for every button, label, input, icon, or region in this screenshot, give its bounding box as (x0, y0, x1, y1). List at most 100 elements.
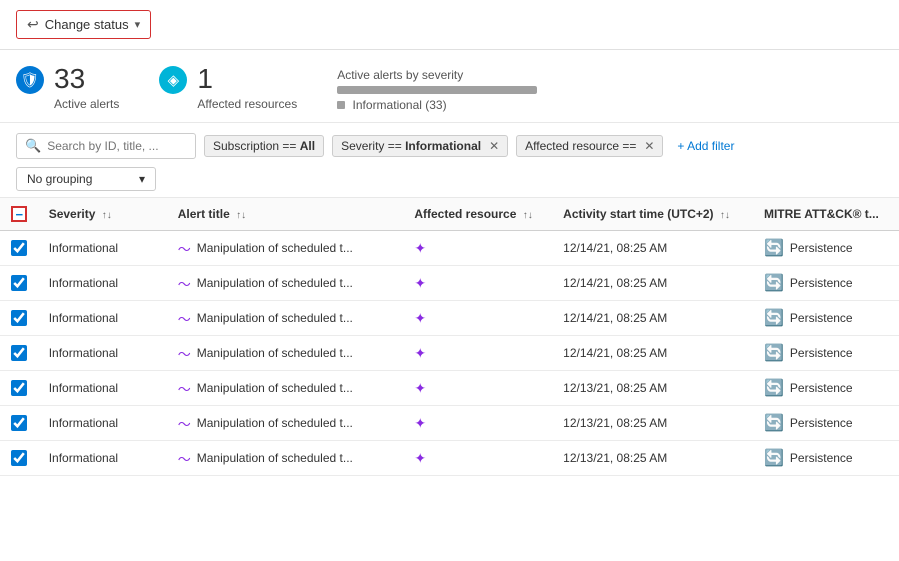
table-row[interactable]: Informational 〜 Manipulation of scheduled … (0, 301, 899, 336)
row-checkbox[interactable] (11, 310, 27, 326)
alert-title-text: Manipulation of scheduled t... (197, 381, 353, 395)
active-alerts-count: 33 (54, 64, 119, 95)
header-time-label: Activity start time (UTC+2) (563, 207, 713, 221)
top-bar: ↩ Change status ▾ (0, 0, 899, 50)
table-row[interactable]: Informational 〜 Manipulation of scheduled … (0, 406, 899, 441)
header-checkbox-wrapper[interactable] (10, 206, 29, 222)
row-checkbox[interactable] (11, 240, 27, 256)
row-checkbox-cell[interactable] (0, 266, 39, 301)
search-icon: 🔍 (25, 138, 41, 154)
row-activity-time: 12/13/21, 08:25 AM (553, 406, 754, 441)
filter-chip-severity-close[interactable]: ✕ (489, 139, 499, 153)
header-activity-time[interactable]: Activity start time (UTC+2) ↑↓ (553, 198, 754, 231)
stats-row: 🛡 33 Active alerts ◈ 1 Affected resource… (0, 50, 899, 123)
row-checkbox[interactable] (11, 415, 27, 431)
sort-title-icon[interactable]: ↑↓ (236, 210, 246, 221)
row-alert-title[interactable]: 〜 Manipulation of scheduled t... (168, 406, 405, 441)
alert-wave-icon: 〜 (178, 344, 191, 363)
header-checkbox-cell[interactable] (0, 198, 39, 231)
alert-wave-icon: 〜 (178, 449, 191, 468)
filter-chip-resource-text: Affected resource == (525, 139, 636, 153)
row-checkbox-cell[interactable] (0, 336, 39, 371)
row-alert-title[interactable]: 〜Manipulation of scheduled t... (168, 371, 405, 406)
mitre-tactic-text: Persistence (790, 241, 853, 255)
alert-title-text: Manipulation of scheduled t... (197, 276, 353, 290)
row-checkbox[interactable] (11, 275, 27, 291)
severity-dot (337, 101, 345, 109)
table-row[interactable]: Informational 〜 Manipulation of scheduled … (0, 231, 899, 266)
row-severity: Informational (39, 371, 168, 406)
mitre-tactic-text: Persistence (790, 381, 853, 395)
table-row[interactable]: Informational〜Manipulation of scheduled … (0, 336, 899, 371)
resource-type-icon: ✦ (414, 275, 426, 291)
severity-badge: Informational (49, 416, 118, 430)
header-affected-resource[interactable]: Affected resource ↑↓ (404, 198, 553, 231)
row-mitre: 🔄Persistence (754, 336, 899, 371)
row-checkbox-cell[interactable] (0, 371, 39, 406)
header-resource-label: Affected resource (414, 207, 516, 221)
row-checkbox[interactable] (11, 345, 27, 361)
row-checkbox-cell[interactable] (0, 406, 39, 441)
alert-title-text: Manipulation of scheduled t... (197, 311, 353, 325)
mitre-tactic-text: Persistence (790, 346, 853, 360)
row-affected-resource: ✦ (404, 336, 553, 371)
alert-title-text: Manipulation of scheduled t... (197, 416, 353, 430)
alerts-table-container: Severity ↑↓ Alert title ↑↓ Affected reso… (0, 198, 899, 476)
table-row[interactable]: Informational〜Manipulation of scheduled … (0, 371, 899, 406)
row-mitre: 🔄 Persistence (754, 231, 899, 266)
row-severity: Informational (39, 231, 168, 266)
alert-wave-icon: 〜 (178, 309, 191, 328)
search-input[interactable] (47, 139, 187, 153)
severity-badge: Informational (49, 451, 118, 465)
change-status-label: Change status (45, 17, 129, 32)
header-mitre: MITRE ATT&CK® t... (754, 198, 899, 231)
mitre-tactic-text: Persistence (790, 311, 853, 325)
alert-title-text: Manipulation of scheduled t... (197, 451, 353, 465)
severity-bar-text: Informational (33) (353, 98, 447, 112)
filter-chip-resource-close[interactable]: ✕ (644, 139, 654, 153)
row-checkbox-cell[interactable] (0, 301, 39, 336)
table-row[interactable]: Informational 〜 Manipulation of scheduled … (0, 441, 899, 476)
severity-badge: Informational (49, 241, 118, 255)
header-checkbox[interactable] (11, 206, 27, 222)
row-mitre: 🔄Persistence (754, 301, 899, 336)
row-alert-title[interactable]: 〜Manipulation of scheduled t... (168, 266, 405, 301)
row-checkbox[interactable] (11, 450, 27, 466)
header-alert-title[interactable]: Alert title ↑↓ (168, 198, 405, 231)
search-box[interactable]: 🔍 (16, 133, 196, 159)
row-activity-time: 12/14/21, 08:25 AM (553, 301, 754, 336)
mitre-cycle-icon: 🔄 (764, 238, 784, 258)
header-severity[interactable]: Severity ↑↓ (39, 198, 168, 231)
alert-title-text: Manipulation of scheduled t... (197, 346, 353, 360)
row-alert-title[interactable]: 〜 Manipulation of scheduled t... (168, 441, 405, 476)
row-checkbox-cell[interactable] (0, 231, 39, 266)
row-alert-title[interactable]: 〜 Manipulation of scheduled t... (168, 301, 405, 336)
affected-resources-count: 1 (197, 64, 297, 95)
affected-resources-label: Affected resources (197, 97, 297, 111)
severity-badge: Informational (49, 311, 118, 325)
mitre-cycle-icon: 🔄 (764, 448, 784, 468)
add-filter-button[interactable]: + Add filter (671, 136, 740, 156)
alert-title-text: Manipulation of scheduled t... (197, 241, 353, 255)
resource-type-icon: ✦ (414, 310, 426, 326)
resource-type-icon: ✦ (414, 380, 426, 396)
sort-severity-icon[interactable]: ↑↓ (102, 210, 112, 221)
mitre-cycle-icon: 🔄 (764, 378, 784, 398)
active-alerts-stat: 🛡 33 Active alerts (16, 64, 119, 111)
row-alert-title[interactable]: 〜 Manipulation of scheduled t... (168, 336, 405, 371)
row-checkbox[interactable] (11, 380, 27, 396)
alert-wave-icon: 〜 (178, 414, 191, 433)
add-filter-label: + Add filter (677, 139, 734, 153)
alert-icon: 🛡 (16, 66, 44, 94)
change-status-button[interactable]: ↩ Change status ▾ (16, 10, 151, 39)
sort-resource-icon[interactable]: ↑↓ (523, 210, 533, 221)
row-alert-title[interactable]: 〜 Manipulation of scheduled t... (168, 231, 405, 266)
resource-type-icon: ✦ (414, 450, 426, 466)
sort-time-icon[interactable]: ↑↓ (720, 210, 730, 221)
alert-wave-icon: 〜 (178, 239, 191, 258)
filter-row: 🔍 Subscription == All Severity == Inform… (0, 123, 899, 198)
row-checkbox-cell[interactable] (0, 441, 39, 476)
table-row[interactable]: Informational〜Manipulation of scheduled … (0, 266, 899, 301)
grouping-select[interactable]: No grouping ▾ (16, 167, 156, 191)
filter-chip-resource: Affected resource == ✕ (516, 135, 663, 157)
